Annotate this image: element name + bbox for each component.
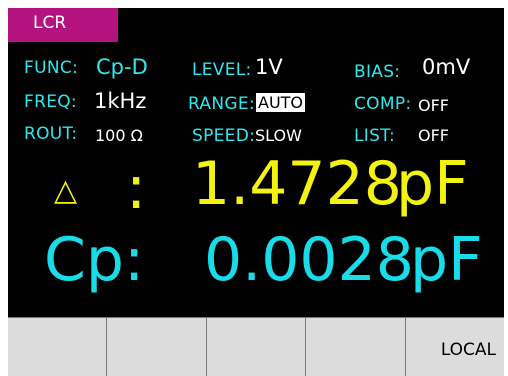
delta-icon: △ xyxy=(54,173,78,208)
softkey-local-label: LOCAL xyxy=(440,340,497,360)
freq-label: FREQ: xyxy=(24,92,77,112)
softkey-local[interactable]: LOCAL xyxy=(404,317,504,376)
softkey-bar: LOCAL xyxy=(8,317,504,376)
range-label: RANGE: xyxy=(188,94,255,114)
softkey-1[interactable] xyxy=(8,317,107,376)
func-label: FUNC: xyxy=(24,58,79,78)
list-label: LIST: xyxy=(354,126,396,146)
primary-unit: pF xyxy=(396,149,469,219)
tab-lcr[interactable]: LCR xyxy=(8,8,118,42)
freq-value[interactable]: 1kHz xyxy=(94,89,146,113)
softkey-3[interactable] xyxy=(205,317,306,376)
bias-value[interactable]: 0mV xyxy=(422,55,470,79)
rout-value[interactable]: 100 Ω xyxy=(95,126,143,145)
comp-label: COMP: xyxy=(354,94,412,114)
level-label: LEVEL: xyxy=(192,60,252,80)
primary-value: 1.4728 xyxy=(192,149,402,219)
range-value[interactable]: AUTO xyxy=(256,93,306,112)
softkey-2[interactable] xyxy=(106,317,206,376)
secondary-unit: pF xyxy=(410,225,483,295)
level-value[interactable]: 1V xyxy=(255,55,283,79)
tab-lcr-label: LCR xyxy=(33,13,67,33)
primary-colon: : xyxy=(126,153,147,223)
speed-label: SPEED: xyxy=(192,126,256,146)
list-value[interactable]: OFF xyxy=(418,126,449,145)
comp-value[interactable]: OFF xyxy=(418,96,449,115)
lcr-display: LCR FUNC: Cp-D FREQ: 1kHz ROUT: 100 Ω LE… xyxy=(8,8,504,376)
speed-value[interactable]: SLOW xyxy=(255,126,302,145)
func-value[interactable]: Cp-D xyxy=(96,55,148,79)
bias-label: BIAS: xyxy=(354,62,401,82)
secondary-value: 0.0028 xyxy=(204,225,414,295)
softkey-4[interactable] xyxy=(305,317,405,376)
secondary-label: Cp: xyxy=(44,225,145,295)
rout-label: ROUT: xyxy=(24,124,78,144)
